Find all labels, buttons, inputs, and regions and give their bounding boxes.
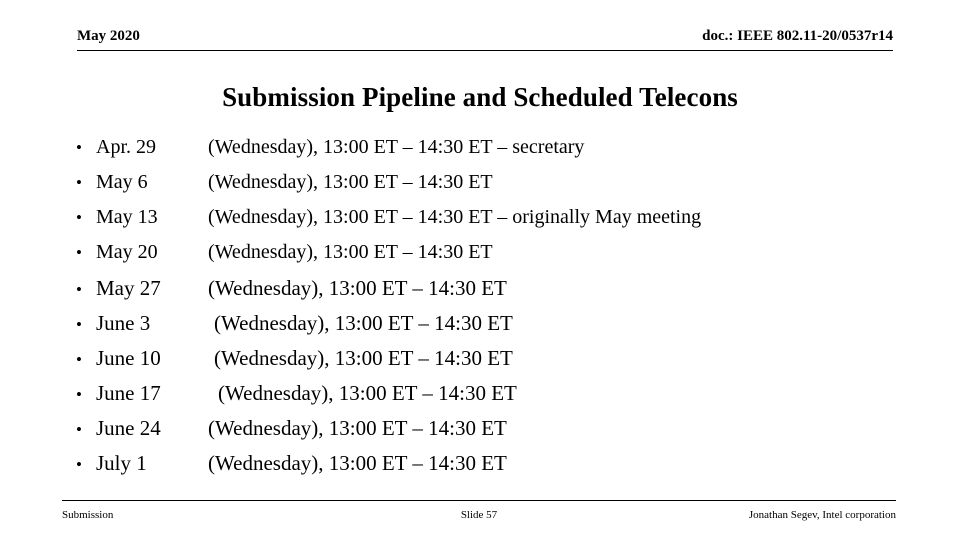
list-item-date: May 6 <box>96 171 148 193</box>
header-divider <box>77 50 893 51</box>
bullet-icon: • <box>76 280 82 299</box>
slide-header: May 2020 doc.: IEEE 802.11-20/0537r14 <box>77 28 893 52</box>
list-item-desc: (Wednesday), 13:00 ET – 14:30 ET <box>218 381 517 405</box>
list-item-date: May 27 <box>96 276 161 300</box>
list-item: • Apr. 29 (Wednesday), 13:00 ET – 14:30 … <box>62 136 922 171</box>
bullet-icon: • <box>76 455 82 474</box>
list-item: • May 20 (Wednesday), 13:00 ET – 14:30 E… <box>62 241 922 276</box>
list-item-desc: (Wednesday), 13:00 ET – 14:30 ET – secre… <box>208 136 585 158</box>
list-item-desc: (Wednesday), 13:00 ET – 14:30 ET <box>214 311 513 335</box>
page-title: Submission Pipeline and Scheduled Teleco… <box>222 82 738 112</box>
bullet-icon: • <box>76 385 82 404</box>
list-item: • July 1 (Wednesday), 13:00 ET – 14:30 E… <box>62 451 922 486</box>
list-item-date: June 17 <box>96 381 161 405</box>
list-item-desc: (Wednesday), 13:00 ET – 14:30 ET – origi… <box>208 206 702 228</box>
list-item: • May 27 (Wednesday), 13:00 ET – 14:30 E… <box>62 276 922 311</box>
list-item-desc: (Wednesday), 13:00 ET – 14:30 ET <box>208 171 493 193</box>
telecon-schedule-list: • Apr. 29 (Wednesday), 13:00 ET – 14:30 … <box>62 136 922 486</box>
list-item-desc: (Wednesday), 13:00 ET – 14:30 ET <box>208 416 507 440</box>
list-item-date: May 20 <box>96 241 158 263</box>
list-item-date: June 3 <box>96 311 151 335</box>
list-item-desc: (Wednesday), 13:00 ET – 14:30 ET <box>208 451 507 475</box>
slide: May 2020 doc.: IEEE 802.11-20/0537r14 Su… <box>0 0 960 540</box>
bullet-icon: • <box>76 173 82 192</box>
slide-footer: Submission Slide 57 Jonathan Segev, Inte… <box>62 509 896 525</box>
list-item-date: July 1 <box>96 451 147 475</box>
header-document-id: doc.: IEEE 802.11-20/0537r14 <box>702 28 893 44</box>
list-item: • June 3 (Wednesday), 13:00 ET – 14:30 E… <box>62 311 922 346</box>
list-item: • June 10 (Wednesday), 13:00 ET – 14:30 … <box>62 346 922 381</box>
header-date: May 2020 <box>77 28 140 44</box>
list-item-date: June 10 <box>96 346 161 370</box>
footer-author: Jonathan Segev, Intel corporation <box>748 509 896 521</box>
list-item: • May 6 (Wednesday), 13:00 ET – 14:30 ET <box>62 171 922 206</box>
bullet-icon: • <box>76 243 82 262</box>
list-item-date: June 24 <box>96 416 161 440</box>
bullet-icon: • <box>76 420 82 439</box>
bullet-icon: • <box>76 315 82 334</box>
footer-divider <box>62 500 896 501</box>
list-item-desc: (Wednesday), 13:00 ET – 14:30 ET <box>208 276 507 300</box>
list-item: • June 17 (Wednesday), 13:00 ET – 14:30 … <box>62 381 922 416</box>
list-item-desc: (Wednesday), 13:00 ET – 14:30 ET <box>208 241 493 263</box>
bullet-icon: • <box>76 208 82 227</box>
list-item-desc: (Wednesday), 13:00 ET – 14:30 ET <box>214 346 513 370</box>
list-item: • May 13 (Wednesday), 13:00 ET – 14:30 E… <box>62 206 922 241</box>
list-item: • June 24 (Wednesday), 13:00 ET – 14:30 … <box>62 416 922 451</box>
bullet-icon: • <box>76 350 82 369</box>
bullet-icon: • <box>76 138 82 157</box>
list-item-date: May 13 <box>96 206 158 228</box>
list-item-date: Apr. 29 <box>96 136 156 158</box>
